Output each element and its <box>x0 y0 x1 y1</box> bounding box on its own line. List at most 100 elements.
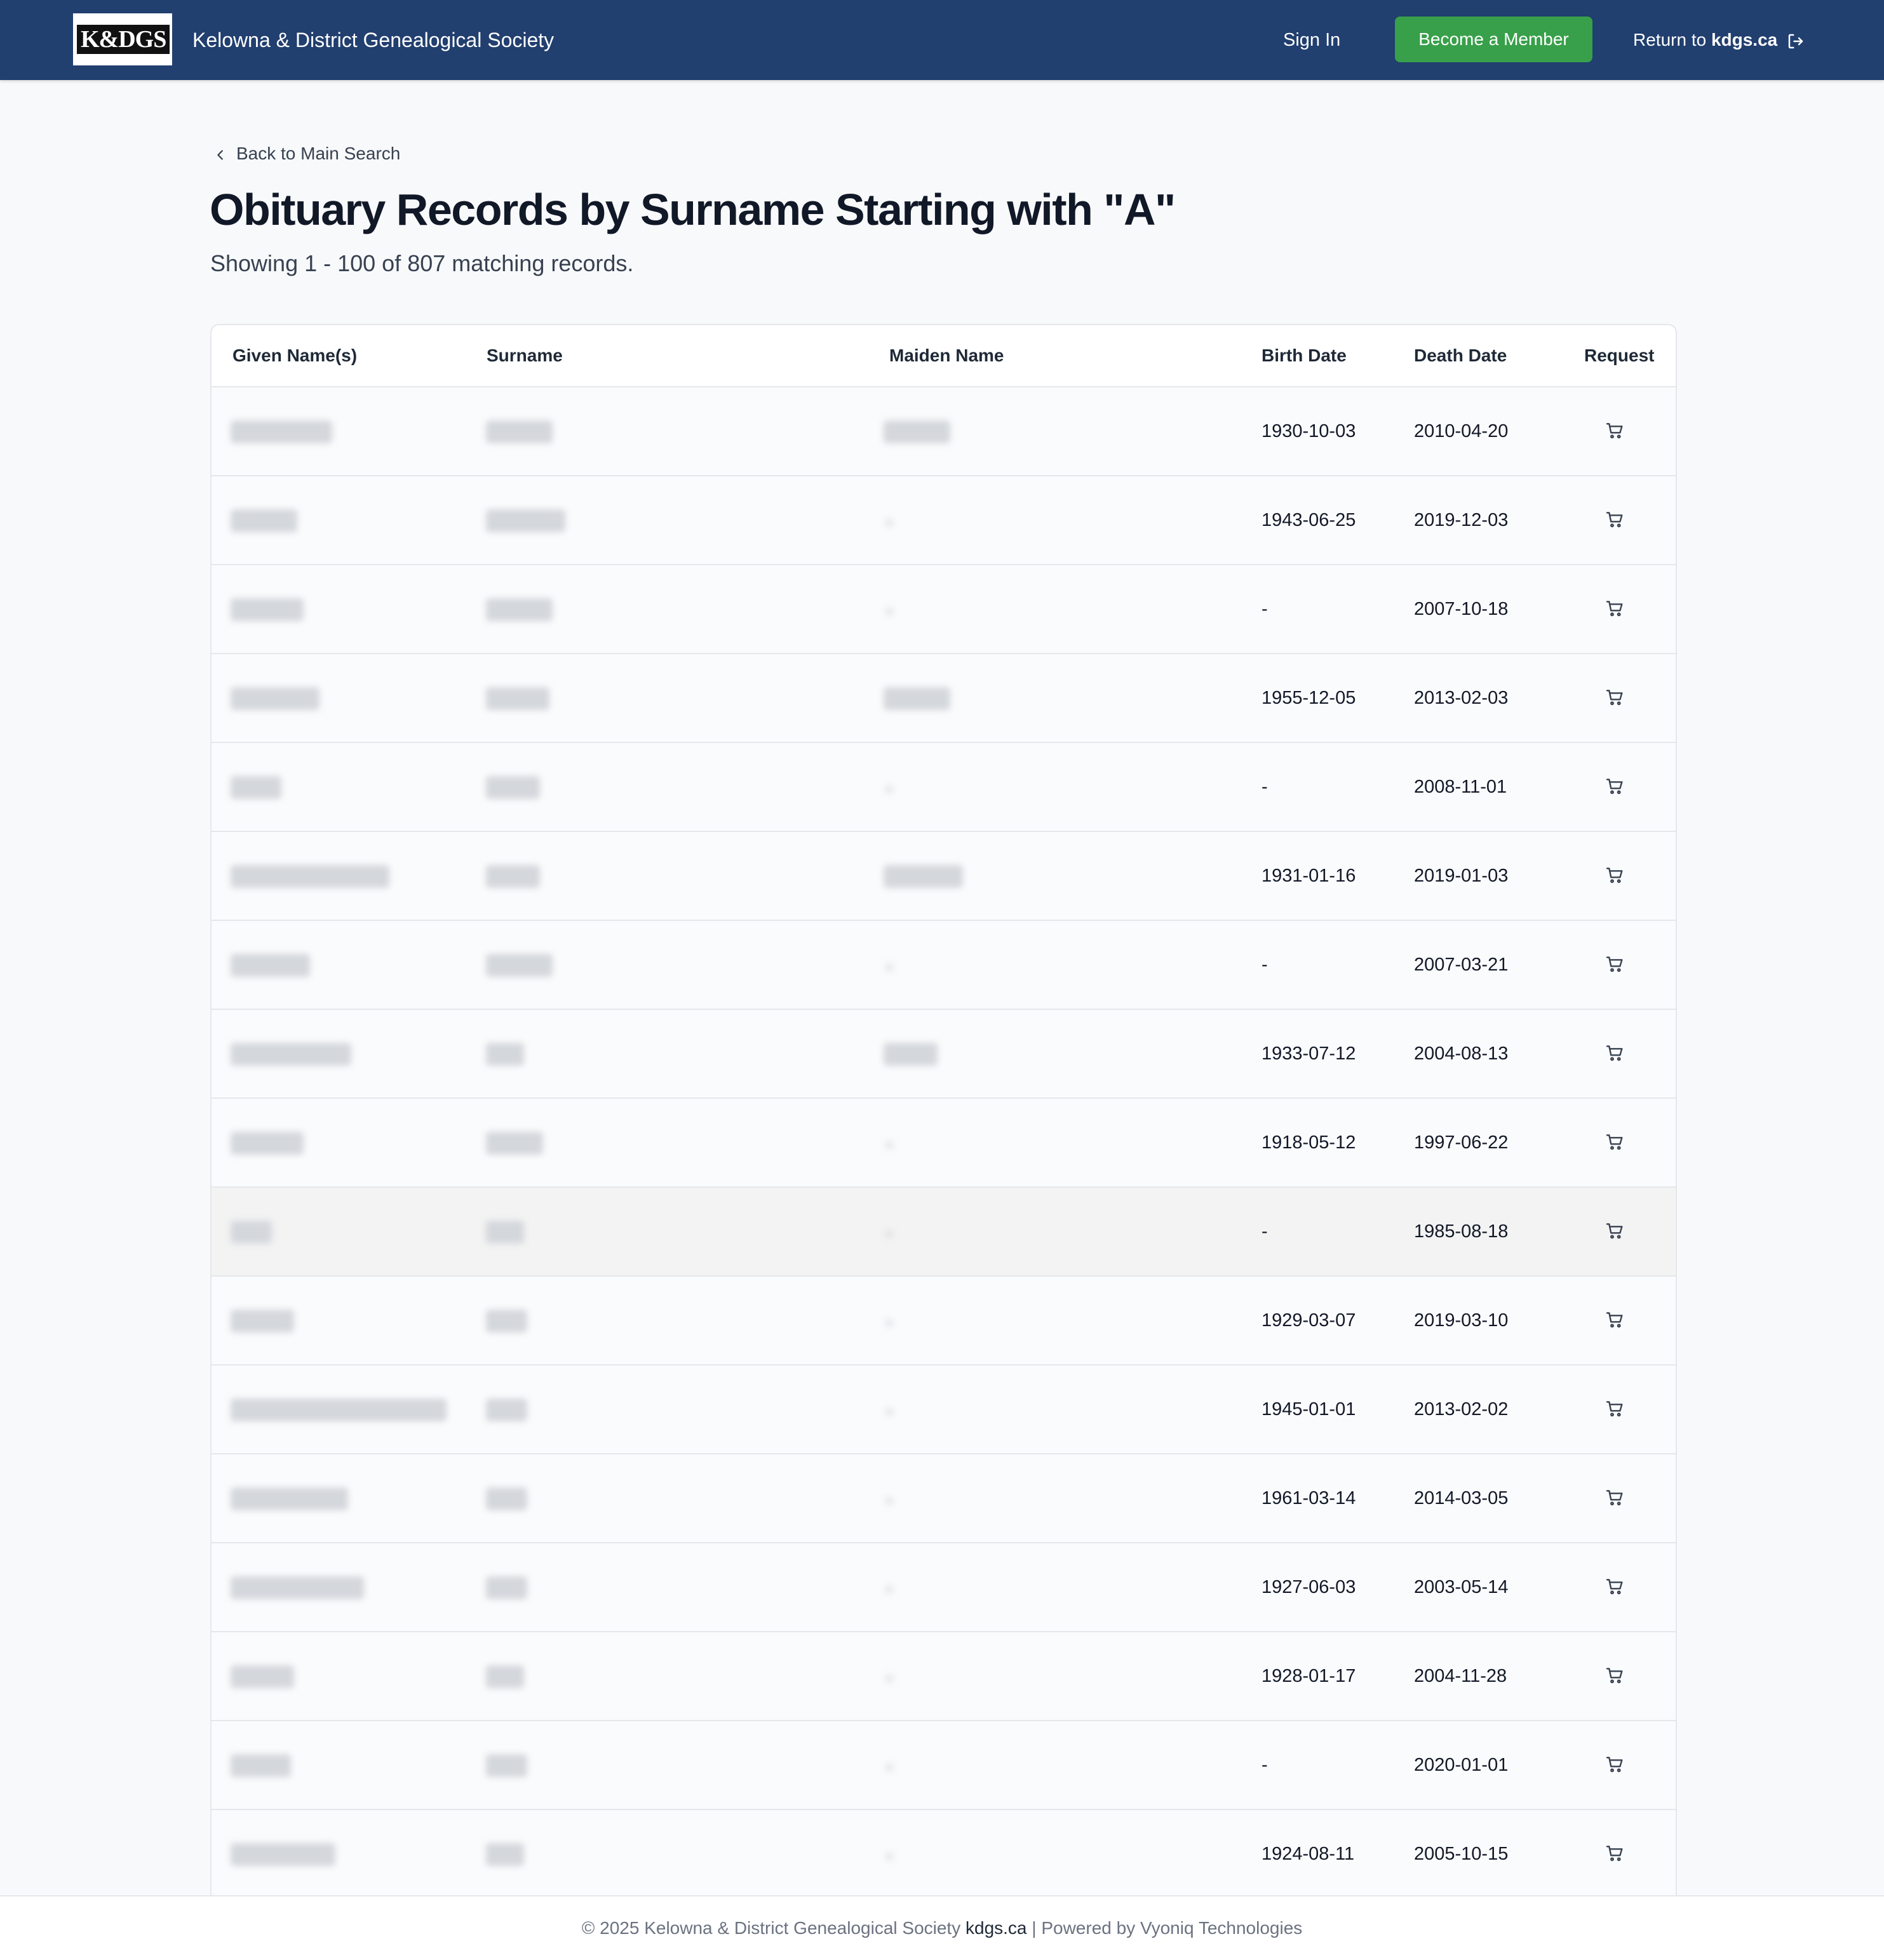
birth-date-cell: - <box>1262 1221 1268 1242</box>
cart-icon[interactable] <box>1605 1843 1625 1867</box>
redacted-given-name <box>231 1310 294 1332</box>
redacted-maiden-name <box>885 1674 894 1683</box>
death-date-cell: 2004-11-28 <box>1414 1666 1507 1686</box>
return-to-site-link[interactable]: Return to kdgs.ca <box>1633 0 1805 80</box>
death-date-cell: 2003-05-14 <box>1414 1577 1509 1597</box>
external-exit-icon <box>1788 34 1803 48</box>
sign-in-link[interactable]: Sign In <box>1283 0 1340 80</box>
col-given-names[interactable]: Given Name(s) <box>232 325 357 386</box>
birth-date-cell: 1924-08-11 <box>1262 1844 1355 1864</box>
logo-text: K&DGS <box>77 25 170 54</box>
col-birth-date[interactable]: Birth Date <box>1262 325 1347 386</box>
redacted-surname <box>486 687 549 710</box>
obituary-table: Given Name(s) Surname Maiden Name Birth … <box>210 324 1677 1896</box>
redacted-maiden-name <box>885 607 894 616</box>
redacted-maiden-name <box>885 1763 894 1772</box>
cart-icon[interactable] <box>1605 1487 1625 1511</box>
redacted-surname <box>486 1576 527 1599</box>
table-row: 1961-03-14 2014-03-05 <box>212 1454 1676 1543</box>
col-surname[interactable]: Surname <box>487 325 563 386</box>
birth-date-cell: 1955-12-05 <box>1262 688 1356 708</box>
redacted-given-name <box>231 509 297 532</box>
redacted-maiden-name <box>885 518 894 527</box>
table-row: - 1985-08-18 <box>212 1188 1676 1277</box>
redacted-maiden-name <box>885 963 894 972</box>
table-body: 1930-10-03 2010-04-20 1943-06-25 2019-12-03… <box>212 387 1676 1896</box>
table-row: 1933-07-12 2004-08-13 <box>212 1010 1676 1099</box>
kdgs-logo[interactable]: K&DGS <box>73 13 172 65</box>
redacted-given-name <box>231 598 304 621</box>
cart-icon[interactable] <box>1605 598 1625 622</box>
redacted-given-name <box>231 1487 348 1510</box>
cart-icon[interactable] <box>1605 509 1625 533</box>
redacted-surname <box>486 1487 527 1510</box>
birth-date-cell: 1928-01-17 <box>1262 1666 1356 1686</box>
redacted-maiden-name <box>885 1230 894 1238</box>
redacted-surname <box>486 1399 527 1421</box>
redacted-maiden-name <box>884 1043 938 1066</box>
redacted-maiden-name <box>884 687 950 710</box>
redacted-given-name <box>231 1665 294 1688</box>
cart-icon[interactable] <box>1605 776 1625 800</box>
death-date-cell: 2008-11-01 <box>1414 777 1507 797</box>
death-date-cell: 2007-10-18 <box>1414 599 1509 619</box>
table-row: - 2007-10-18 <box>212 565 1676 654</box>
become-member-button[interactable]: Become a Member <box>1395 17 1592 62</box>
redacted-surname <box>486 1221 524 1244</box>
col-maiden-name[interactable]: Maiden Name <box>889 325 1004 386</box>
redacted-maiden-name <box>884 420 950 443</box>
cart-icon[interactable] <box>1605 1665 1625 1689</box>
cart-icon[interactable] <box>1605 1221 1625 1244</box>
birth-date-cell: 1943-06-25 <box>1262 510 1356 530</box>
cart-icon[interactable] <box>1605 1310 1625 1333</box>
redacted-surname <box>486 1843 524 1866</box>
cart-icon[interactable] <box>1605 954 1625 977</box>
return-prefix: Return to <box>1633 30 1711 50</box>
footer-site-link[interactable]: kdgs.ca <box>966 1918 1027 1938</box>
redacted-maiden-name <box>884 865 963 888</box>
redacted-maiden-name <box>885 1141 894 1150</box>
brand-name[interactable]: Kelowna & District Genealogical Society <box>192 0 554 80</box>
cart-icon[interactable] <box>1605 865 1625 889</box>
table-row: 1955-12-05 2013-02-03 <box>212 654 1676 743</box>
cart-icon[interactable] <box>1605 1399 1625 1422</box>
table-row: 1929-03-07 2019-03-10 <box>212 1277 1676 1366</box>
redacted-given-name <box>231 776 281 799</box>
birth-date-cell: 1927-06-03 <box>1262 1577 1356 1597</box>
death-date-cell: 2004-08-13 <box>1414 1044 1509 1064</box>
redacted-surname <box>486 598 553 621</box>
birth-date-cell: - <box>1262 777 1268 797</box>
death-date-cell: 2010-04-20 <box>1414 421 1509 441</box>
table-row: - 2007-03-21 <box>212 921 1676 1010</box>
redacted-given-name <box>231 1399 447 1421</box>
redacted-given-name <box>231 865 389 888</box>
table-row: 1945-01-01 2013-02-02 <box>212 1366 1676 1454</box>
birth-date-cell: 1918-05-12 <box>1262 1132 1356 1153</box>
table-row: 1927-06-03 2003-05-14 <box>212 1543 1676 1632</box>
chevron-left-icon <box>217 150 223 160</box>
cart-icon[interactable] <box>1605 1043 1625 1066</box>
back-to-search-link[interactable]: Back to Main Search <box>213 140 400 168</box>
cart-icon[interactable] <box>1605 1576 1625 1600</box>
redacted-maiden-name <box>885 1585 894 1594</box>
redacted-surname <box>486 509 565 532</box>
cart-icon[interactable] <box>1605 1132 1625 1155</box>
birth-date-cell: - <box>1262 955 1268 975</box>
birth-date-cell: - <box>1262 1755 1268 1775</box>
redacted-given-name <box>231 1754 291 1777</box>
cart-icon[interactable] <box>1605 420 1625 444</box>
col-death-date[interactable]: Death Date <box>1414 325 1507 386</box>
table-row: 1928-01-17 2004-11-28 <box>212 1632 1676 1721</box>
redacted-given-name <box>231 1843 335 1866</box>
cart-icon[interactable] <box>1605 687 1625 711</box>
redacted-surname <box>486 1310 527 1332</box>
col-request: Request <box>1584 346 1655 365</box>
redacted-given-name <box>231 1043 351 1066</box>
table-header: Given Name(s) Surname Maiden Name Birth … <box>212 325 1676 387</box>
redacted-maiden-name <box>885 1496 894 1505</box>
redacted-maiden-name <box>885 1407 894 1416</box>
redacted-surname <box>486 776 540 799</box>
cart-icon[interactable] <box>1605 1754 1625 1778</box>
redacted-maiden-name <box>885 785 894 794</box>
birth-date-cell: 1931-01-16 <box>1262 866 1356 886</box>
